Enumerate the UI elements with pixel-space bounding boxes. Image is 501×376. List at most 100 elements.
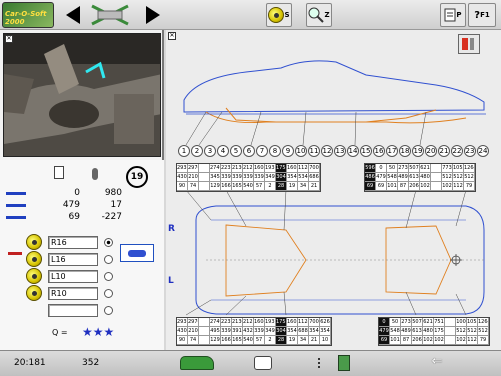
point-number[interactable]: 22 [451, 145, 463, 157]
point-number[interactable]: 23 [464, 145, 476, 157]
table-cell: 0 [379, 318, 390, 327]
point-number[interactable]: 20 [425, 145, 437, 157]
point-number[interactable]: 21 [438, 145, 450, 157]
point-row[interactable]: L10 [26, 268, 113, 284]
table-cell: 540 [243, 336, 254, 345]
point-number[interactable]: 5 [230, 145, 242, 157]
trash-icon[interactable] [338, 355, 350, 371]
point-number[interactable]: 6 [243, 145, 255, 157]
point-row[interactable]: R16 [26, 234, 113, 250]
table-cell: 1937 [265, 164, 276, 173]
table-cell: 354 [309, 327, 320, 336]
table-cell [199, 164, 210, 173]
help-button[interactable]: ? F1 [468, 3, 496, 27]
axis-width-icon [6, 204, 26, 207]
point-number[interactable]: 14 [347, 145, 359, 157]
value-row: 69 -227 [44, 212, 162, 224]
print-icon [444, 8, 456, 22]
table-cell [445, 318, 456, 327]
point-label[interactable]: L16 [48, 252, 98, 266]
table-cell: 596 [365, 164, 376, 173]
table-cell: 354 [320, 327, 331, 336]
table-cell: 479 [379, 327, 390, 336]
value-row: 479 17 [44, 200, 162, 212]
table-cell: 613 [412, 327, 423, 336]
table-cell: 1751 [276, 318, 287, 327]
point-number[interactable]: 4 [217, 145, 229, 157]
table-cell: 69 [376, 182, 387, 191]
point-row[interactable] [48, 302, 113, 318]
table-cell: 273 [401, 318, 412, 327]
point-number[interactable]: 11 [308, 145, 320, 157]
table-cell: 432 [243, 327, 254, 336]
document-icon[interactable] [54, 166, 64, 179]
table-cell: 101 [390, 336, 401, 345]
point-number[interactable]: 16 [373, 145, 385, 157]
point-number[interactable]: 3 [204, 145, 216, 157]
table-cell: 21 [309, 336, 320, 345]
table-cell: 102 [442, 182, 453, 191]
point-number[interactable]: 1 [178, 145, 190, 157]
point-radio[interactable] [104, 254, 113, 264]
point-label[interactable] [48, 303, 98, 317]
point-number[interactable]: 18 [399, 145, 411, 157]
point-row[interactable]: L16 [26, 251, 113, 267]
table-cell: 613 [409, 173, 420, 182]
point-radio[interactable] [104, 288, 113, 298]
zoom-s-button[interactable]: S [266, 3, 292, 27]
table-cell: 2237 [221, 318, 232, 327]
photo-close-icon[interactable]: ✕ [5, 35, 13, 43]
point-number[interactable]: 9 [282, 145, 294, 157]
table-cell: 2976 [188, 318, 199, 327]
table-cell: 540 [243, 182, 254, 191]
point-number[interactable]: 7 [256, 145, 268, 157]
point-radio[interactable] [104, 271, 113, 281]
table-cell: 112 [467, 336, 478, 345]
point-label[interactable]: R16 [48, 235, 98, 249]
value-b: -227 [101, 212, 122, 222]
point-number[interactable]: 24 [477, 145, 489, 157]
car-view-button[interactable] [120, 244, 154, 262]
table-cell: 74 [188, 182, 199, 191]
zoom-z-button[interactable]: Z [306, 3, 332, 27]
point-number[interactable]: 8 [269, 145, 281, 157]
point-row[interactable]: R10 [26, 285, 113, 301]
signal-icon [318, 358, 330, 368]
table-cell: 19 [287, 336, 298, 345]
measure-status-icon[interactable] [254, 356, 272, 370]
print-button[interactable]: P [440, 3, 466, 27]
quality-stars: ★★★ [82, 325, 115, 339]
table-cell: 19 [287, 182, 298, 191]
point-number[interactable]: 19 [412, 145, 424, 157]
table-cell: 1603 [287, 318, 298, 327]
table-cell: 349 [265, 173, 276, 182]
thermometer-icon [92, 168, 98, 180]
measure-icon[interactable] [88, 4, 132, 26]
point-number[interactable]: 10 [295, 145, 307, 157]
point-number[interactable]: 17 [386, 145, 398, 157]
point-number[interactable]: 13 [334, 145, 346, 157]
print-label: P [456, 11, 462, 19]
back-arrow-icon[interactable] [66, 6, 80, 24]
point-label[interactable]: R10 [48, 286, 98, 300]
point-label[interactable]: L10 [48, 269, 98, 283]
point-number[interactable]: 2 [191, 145, 203, 157]
table-cell: 2130 [232, 318, 243, 327]
return-icon[interactable]: ⇐ [424, 355, 450, 371]
point-radio[interactable] [104, 305, 113, 315]
forward-arrow-icon[interactable] [146, 6, 160, 24]
table-cell: 2 [265, 336, 276, 345]
value-b: 980 [104, 188, 122, 198]
table-cell: 700 [309, 318, 320, 327]
table-cell: 512 [442, 173, 453, 182]
table-cell: 479 [376, 173, 387, 182]
point-number[interactable]: 12 [321, 145, 333, 157]
point-radio[interactable] [104, 237, 113, 247]
top-right-measure-table: 596050273507621 77310531264 48647954848961… [364, 163, 476, 192]
table-cell: 87 [398, 182, 409, 191]
point-number[interactable]: 15 [360, 145, 372, 157]
table-cell: 507 [409, 164, 420, 173]
zoom-z-label: Z [324, 11, 330, 19]
bottom-left-measure-table: 29372976 27492237213021211608193717511603… [176, 317, 332, 346]
car-status-icon[interactable] [180, 356, 214, 370]
